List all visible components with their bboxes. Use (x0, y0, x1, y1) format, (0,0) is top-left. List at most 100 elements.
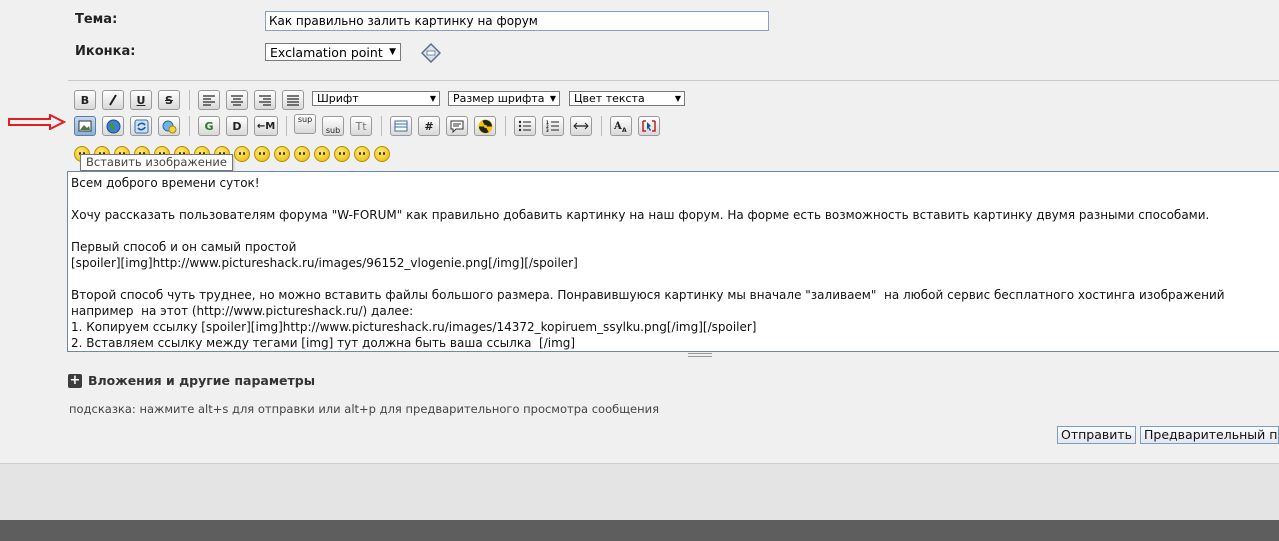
text-color-select[interactable]: Цвет текста ▼ (569, 91, 685, 106)
italic-button[interactable] (102, 90, 124, 110)
red-arrow-icon (8, 114, 66, 130)
bold-button[interactable]: B (74, 90, 96, 110)
mention-button[interactable]: ←M (254, 116, 278, 136)
horizontal-rule-button[interactable] (570, 116, 592, 136)
submit-button[interactable]: Отправить (1057, 426, 1137, 444)
resize-grip[interactable] (688, 353, 712, 357)
smiley-icon[interactable] (234, 146, 250, 162)
icon-select-value: Exclamation point (270, 45, 383, 60)
refresh-icon (134, 119, 148, 133)
underline-button[interactable]: U (130, 90, 152, 110)
chevron-down-icon: ▼ (429, 94, 436, 103)
subscript-label: sub (325, 126, 341, 135)
smiley-icon[interactable] (334, 146, 350, 162)
strike-label: S (165, 93, 173, 107)
exclamation-icon (421, 43, 441, 63)
teletype-label: Tt (355, 119, 367, 133)
remove-format-icon (642, 120, 656, 132)
footer-bar (0, 520, 1279, 541)
toolbar-separator (189, 90, 190, 110)
chevron-down-icon: ▼ (549, 94, 556, 103)
toolbar-separator (189, 116, 190, 136)
lower-panel (0, 463, 1279, 520)
numbered-list-icon: 123 (546, 120, 559, 132)
align-right-icon (259, 95, 271, 106)
teletype-button[interactable]: Tt (350, 116, 372, 136)
code-button[interactable]: # (418, 116, 440, 136)
smiley-icon[interactable] (354, 146, 370, 162)
keyboard-hint: подсказка: нажмите alt+s для отправки ил… (69, 402, 660, 416)
horizontal-rule-icon (573, 122, 589, 130)
toolbar-separator (505, 116, 506, 136)
smiley-icon[interactable] (314, 146, 330, 162)
font-select[interactable]: Шрифт ▼ (312, 91, 440, 106)
superscript-button[interactable]: sup (294, 114, 316, 134)
quote-icon (450, 120, 464, 133)
toolbar-separator (601, 116, 602, 136)
insert-spoiler-button[interactable] (130, 116, 152, 136)
font-style-icon: AA (613, 121, 627, 133)
align-center-icon (231, 95, 243, 106)
d-button[interactable]: D (226, 116, 248, 136)
tooltip: Вставить изображение (80, 154, 233, 171)
plus-icon: + (68, 372, 82, 388)
subject-input[interactable]: Как правильно залить картинку на форум (265, 11, 769, 31)
smiley-icon[interactable] (294, 146, 310, 162)
font-select-value: Шрифт (317, 92, 359, 105)
table-button[interactable] (390, 116, 412, 136)
align-right-button[interactable] (254, 90, 276, 110)
attachments-label: Вложения и другие параметры (88, 373, 316, 388)
toolbar-separator (381, 116, 382, 136)
google-button[interactable]: G (198, 116, 220, 136)
italic-icon (109, 94, 117, 106)
smiley-icon[interactable] (254, 146, 270, 162)
bullet-list-button[interactable] (514, 116, 536, 136)
svg-text:3: 3 (546, 128, 549, 132)
laughing-smiley-icon[interactable] (374, 146, 390, 162)
d-label: D (232, 119, 242, 133)
underline-label: U (136, 93, 146, 107)
font-size-select[interactable]: Размер шрифта ▼ (448, 91, 560, 106)
chevron-down-icon: ▼ (389, 47, 396, 57)
toolbar-separator (286, 116, 287, 136)
subscript-button[interactable]: sub (322, 116, 344, 136)
code-label: # (424, 119, 434, 133)
align-left-button[interactable] (198, 90, 220, 110)
divider (68, 80, 1279, 81)
icon-label: Иконка: (75, 44, 136, 59)
bold-label: B (80, 93, 90, 107)
superscript-label: sup (297, 115, 313, 124)
message-textarea[interactable]: Всем доброго времени суток! Хочу рассказ… (67, 171, 1279, 352)
attachments-toggle[interactable]: + Вложения и другие параметры (68, 373, 315, 388)
insert-link-button[interactable] (102, 116, 124, 136)
globe-icon (106, 119, 120, 133)
justify-button[interactable] (282, 90, 304, 110)
image-icon (78, 120, 92, 132)
google-label: G (204, 119, 214, 133)
icon-select[interactable]: Exclamation point ▼ (265, 43, 401, 61)
subject-label: Тема: (75, 12, 118, 27)
mention-label: ←M (256, 120, 276, 132)
quote-button[interactable] (446, 116, 468, 136)
preview-button[interactable]: Предварительный пр (1140, 426, 1279, 444)
insert-media-button[interactable] (158, 116, 180, 136)
hide-button[interactable] (474, 116, 496, 136)
radiation-icon (478, 119, 492, 133)
chevron-down-icon: ▼ (674, 94, 681, 103)
align-center-button[interactable] (226, 90, 248, 110)
align-left-icon (203, 95, 215, 106)
strike-button[interactable]: S (158, 90, 180, 110)
bullet-list-icon (518, 120, 531, 132)
font-size-select-value: Размер шрифта (453, 92, 545, 105)
insert-image-button[interactable] (74, 116, 96, 136)
numbered-list-button[interactable]: 123 (542, 116, 564, 136)
svg-text:A: A (622, 127, 627, 133)
justify-icon (287, 95, 299, 106)
svg-text:A: A (613, 121, 622, 132)
text-color-select-value: Цвет текста (574, 92, 645, 105)
table-icon (394, 120, 408, 132)
media-icon (162, 120, 176, 133)
remove-format-button[interactable] (638, 116, 660, 136)
font-style-button[interactable]: AA (610, 116, 632, 136)
tongue-smiley-icon[interactable] (274, 146, 290, 162)
